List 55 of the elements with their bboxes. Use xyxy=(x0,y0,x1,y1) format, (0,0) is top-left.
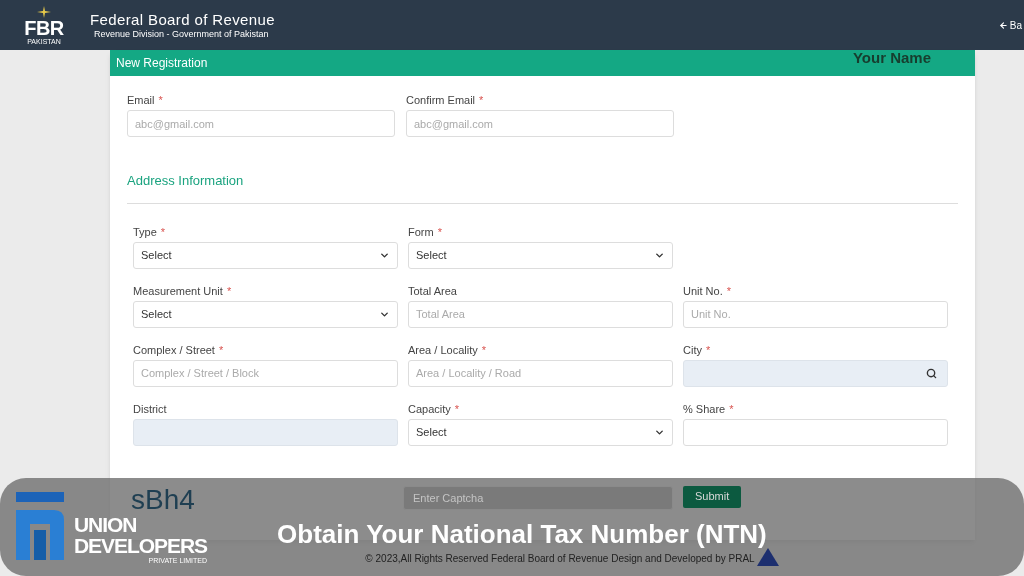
required-mark: * xyxy=(729,401,734,415)
input-field[interactable]: abc@gmail.com xyxy=(406,110,674,137)
field-label: Unit No. xyxy=(683,283,723,297)
field-label: Complex / Street xyxy=(133,342,215,356)
field-label: Type xyxy=(133,224,157,238)
required-mark: * xyxy=(437,224,442,238)
field-label: % Share xyxy=(683,401,726,415)
user-name: Your Name xyxy=(852,47,931,68)
required-mark: * xyxy=(158,93,163,106)
required-mark: * xyxy=(454,401,460,415)
field-label: Area / Locality xyxy=(408,342,478,356)
field-label: Confirm Email xyxy=(406,93,476,106)
field-label: Total Area xyxy=(408,283,457,297)
required-mark: * xyxy=(705,342,711,356)
card-title: New Registration xyxy=(116,55,208,72)
site-title: Federal Board of Revenue xyxy=(90,10,275,29)
select-field[interactable]: Select xyxy=(133,300,398,328)
star-icon xyxy=(37,5,51,18)
brand-name: UNION xyxy=(74,513,137,535)
required-mark: * xyxy=(479,93,484,106)
submit-button[interactable]: Submit xyxy=(683,485,742,508)
banner-title: Obtain Your National Tax Number (NTN) xyxy=(277,519,767,549)
captcha-image: sBh4 xyxy=(131,485,195,514)
select-field[interactable]: Select xyxy=(408,418,673,446)
input-field[interactable]: Total Area xyxy=(408,300,673,328)
field-label: Measurement Unit xyxy=(133,283,223,297)
brand-name: DEVELOPERS xyxy=(74,534,208,556)
required-mark: * xyxy=(160,224,166,238)
arrow-left-icon xyxy=(998,20,1008,30)
required-mark: * xyxy=(226,283,232,297)
select-field[interactable]: Select xyxy=(133,241,398,269)
search-field[interactable] xyxy=(683,359,948,387)
field-label: Email xyxy=(127,93,155,106)
field-label: City xyxy=(683,342,702,356)
field-label: Capacity xyxy=(408,401,451,415)
input-field[interactable]: Complex / Street / Block xyxy=(133,359,398,387)
logo-text: FBR xyxy=(24,17,64,38)
triangle-logo-icon xyxy=(756,547,779,566)
field-label: District xyxy=(133,401,167,415)
input-field[interactable] xyxy=(683,418,948,446)
back-link[interactable]: Ba xyxy=(998,17,1022,33)
input-field[interactable]: Unit No. xyxy=(683,300,948,328)
select-field[interactable]: Select xyxy=(408,241,673,269)
field-label: Form xyxy=(408,224,434,238)
section-title: Address Information xyxy=(127,172,245,190)
input-field[interactable]: abc@gmail.com xyxy=(127,110,395,137)
captcha-field[interactable]: Enter Captcha xyxy=(403,485,673,510)
required-mark: * xyxy=(218,342,224,356)
copyright-text: © 2023,All Rights Reserved Federal Board of Revenue Design and Developed by PRAL xyxy=(365,551,755,566)
union-developers-logo-drawing xyxy=(14,492,66,562)
site-subtitle: Revenue Division - Government of Pakistan xyxy=(94,28,270,40)
input-field[interactable]: Area / Locality / Road xyxy=(408,359,673,387)
search-icon xyxy=(926,367,937,379)
required-mark: * xyxy=(726,283,732,297)
required-mark: * xyxy=(481,342,486,356)
